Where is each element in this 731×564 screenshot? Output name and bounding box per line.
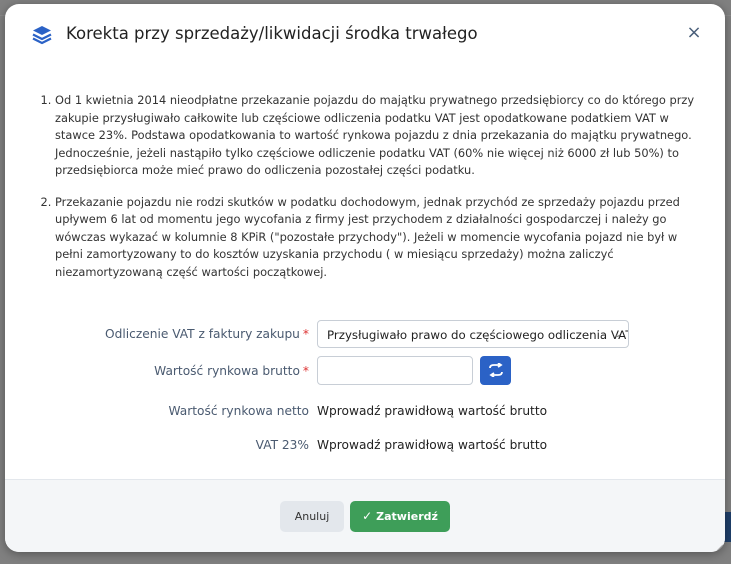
required-mark: * [302,364,309,378]
market-value-gross-input[interactable] [317,356,473,385]
resize-handle-icon[interactable] [712,538,724,552]
close-icon[interactable]: × [685,24,703,42]
chevron-down-icon: ⌄ [613,329,622,340]
confirm-label: Zatwierdź [376,510,438,523]
vat-label: VAT 23% [255,438,309,452]
market-value-net-row: Wartość rynkowa netto Wprowadź prawidłow… [5,400,725,434]
modal-dialog: Korekta przy sprzedaży/likwidacji środka… [5,4,725,552]
vat-deduction-label: Odliczenie VAT z faktury zakupu * [105,327,309,341]
vat-deduction-select[interactable]: Przysługiwało prawo do częściowego odlic… [317,320,629,348]
modal-footer: Anuluj ✓ Zatwierdź [5,479,725,552]
vat-deduction-row: Odliczenie VAT z faktury zakupu * Przysłu… [5,320,725,354]
vat-value: Wprowadź prawidłową wartość brutto [317,438,548,452]
notes-list: Od 1 kwietnia 2014 nieodpłatne przekazan… [5,92,705,295]
confirm-button[interactable]: ✓ Zatwierdź [350,501,450,532]
swap-arrows-icon[interactable] [480,356,511,385]
vat-row: VAT 23% Wprowadź prawidłową wartość brut… [5,434,725,468]
layers-icon [31,24,53,46]
modal-title: Korekta przy sprzedaży/likwidacji środka… [66,24,478,43]
market-value-gross-row: Wartość rynkowa brutto * [5,356,725,390]
required-mark: * [302,327,309,341]
note-item: Przekazanie pojazdu nie rodzi skutków w … [55,194,705,282]
vat-deduction-selected-value: Przysługiwało prawo do częściowego odlic… [327,328,629,342]
market-value-net-value: Wprowadź prawidłową wartość brutto [317,404,548,418]
market-value-gross-label: Wartość rynkowa brutto * [154,364,309,378]
market-value-net-label: Wartość rynkowa netto [168,404,309,418]
modal-header: Korekta przy sprzedaży/likwidacji środka… [5,4,725,64]
check-icon: ✓ [362,509,373,523]
note-item: Od 1 kwietnia 2014 nieodpłatne przekazan… [55,92,705,180]
cancel-button[interactable]: Anuluj [280,501,344,532]
